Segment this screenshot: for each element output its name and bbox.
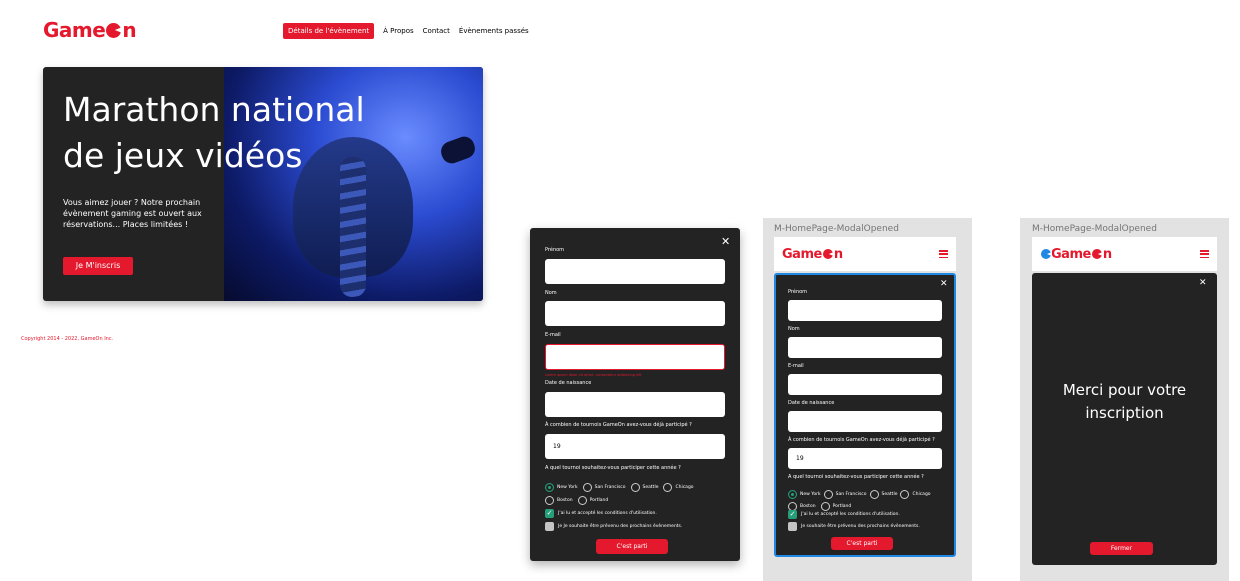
main-nav: Détails de l'évènement À Propos Contact … xyxy=(283,23,529,39)
first-name-input[interactable] xyxy=(545,259,725,284)
last-name-label: Nom xyxy=(545,290,557,296)
first-name-label: Prénom xyxy=(545,247,565,253)
newsletter-checkbox[interactable]: Je souhaite être prévenu des prochains é… xyxy=(788,522,920,531)
radio-label: Boston xyxy=(557,498,573,503)
checkbox-icon xyxy=(545,522,554,531)
hero-section: Marathon national de jeux vidéos Vous ai… xyxy=(43,67,483,301)
location-radios-row2: Boston Portland xyxy=(545,490,735,509)
logo-text: Game xyxy=(43,18,106,42)
terms-checkbox[interactable]: ✓ J'ai lu et accepté les conditions d'ut… xyxy=(788,510,900,519)
nav-item-contact[interactable]: Contact xyxy=(423,27,450,35)
birthdate-label: Date de naissance xyxy=(545,380,592,386)
hero-text: Vous aimez jouer ? Notre prochain évènem… xyxy=(63,198,202,229)
signup-button[interactable]: Je M'inscris xyxy=(63,257,133,275)
checkmark-icon: ✓ xyxy=(788,510,797,519)
submit-button[interactable]: C'est parti xyxy=(596,539,668,554)
radio-portland[interactable]: Portland xyxy=(577,496,609,505)
radio-label: Boston xyxy=(800,504,816,509)
submit-button[interactable]: C'est parti xyxy=(831,537,893,550)
terms-label: J'ai lu et accepté les conditions d'util… xyxy=(558,511,657,516)
logo-text: Game xyxy=(782,246,822,262)
logo-icon xyxy=(1091,249,1102,259)
close-icon[interactable]: ✕ xyxy=(1199,279,1207,288)
logo-icon xyxy=(106,22,122,38)
hamburger-menu-icon[interactable] xyxy=(1200,250,1209,258)
radio-icon xyxy=(577,496,587,505)
email-input[interactable] xyxy=(545,344,725,370)
logo-text-suffix: n xyxy=(1102,246,1112,262)
mobile-frame-confirmation: M-HomePage-ModalOpened Game n ✕ Merci pou… xyxy=(1020,218,1229,581)
email-error: Lorem ipsum dolor sit amet, consectetur … xyxy=(545,373,642,377)
radio-label: Portland xyxy=(832,504,852,509)
email-input[interactable] xyxy=(788,374,942,395)
last-name-label: Nom xyxy=(788,326,800,332)
nav-item-event-details[interactable]: Détails de l'évènement xyxy=(283,23,375,39)
radio-label: Portland xyxy=(589,498,609,503)
logo-icon xyxy=(822,249,833,259)
birthdate-input[interactable] xyxy=(545,392,725,417)
email-label: E-mail xyxy=(545,332,561,338)
tournaments-label: À combien de tournois GameOn avez-vous d… xyxy=(545,422,692,428)
logo[interactable]: Game n xyxy=(1040,247,1112,262)
location-label: A quel tournoi souhaitez-vous participer… xyxy=(788,474,924,480)
checkmark-icon: ✓ xyxy=(545,509,554,518)
hero-title: Marathon national de jeux vidéos xyxy=(63,90,365,175)
mobile-header: Game n xyxy=(1032,237,1217,271)
first-name-input[interactable] xyxy=(788,300,942,321)
confirmation-message: Merci pour votre inscription xyxy=(1062,381,1187,422)
close-icon[interactable]: ✕ xyxy=(940,280,948,289)
tournaments-input[interactable]: 19 xyxy=(545,434,725,459)
frame-title: M-HomePage-ModalOpened xyxy=(1032,224,1157,234)
newsletter-checkbox[interactable]: Je Je souhaite être prévenu des prochain… xyxy=(545,522,682,531)
birthdate-input[interactable] xyxy=(788,411,942,432)
email-label: E-mail xyxy=(788,363,804,369)
newsletter-label: Je Je souhaite être prévenu des prochain… xyxy=(558,524,683,529)
terms-checkbox[interactable]: ✓ J'ai lu et accepté les conditions d'ut… xyxy=(545,509,657,518)
location-label: A quel tournoi souhaitez-vous participer… xyxy=(545,465,681,471)
terms-label: J'ai lu et accepté les conditions d'util… xyxy=(801,512,900,517)
last-name-input[interactable] xyxy=(545,301,725,326)
birthdate-label: Date de naissance xyxy=(788,400,835,406)
logo[interactable]: Game n xyxy=(43,18,137,42)
logo[interactable]: Game n xyxy=(782,247,843,262)
radio-boston[interactable]: Boston xyxy=(545,496,573,505)
hamburger-menu-icon[interactable] xyxy=(939,250,948,258)
logo-text-suffix: n xyxy=(122,18,137,42)
close-icon[interactable]: ✕ xyxy=(721,236,730,247)
mobile-frame-form: M-HomePage-ModalOpened Game n ✕ Prénom No… xyxy=(763,218,972,581)
copyright: Copyright 2014 - 2022, GameOn Inc. xyxy=(21,336,114,342)
logo-icon xyxy=(1041,249,1051,259)
nav-item-past-events[interactable]: Évènements passés xyxy=(459,27,529,35)
frame-title: M-HomePage-ModalOpened xyxy=(774,224,899,234)
mobile-header: Game n xyxy=(774,237,956,271)
close-button[interactable]: Fermer xyxy=(1090,542,1153,555)
logo-text-suffix: n xyxy=(833,246,843,262)
tournaments-input[interactable]: 19 xyxy=(788,448,942,469)
first-name-label: Prénom xyxy=(788,289,808,295)
confirmation-modal: ✕ Merci pour votre inscription Fermer xyxy=(1032,273,1217,565)
newsletter-label: Je souhaite être prévenu des prochains é… xyxy=(801,524,920,529)
checkbox-icon xyxy=(788,522,797,531)
last-name-input[interactable] xyxy=(788,337,942,358)
signup-modal: ✕ Prénom Nom E-mail Lorem ipsum dolor si… xyxy=(530,228,740,561)
logo-text: Game xyxy=(1051,246,1091,262)
signup-modal-mobile: ✕ Prénom Nom E-mail Date de naissance À … xyxy=(774,273,956,557)
radio-icon xyxy=(545,496,554,505)
nav-item-about[interactable]: À Propos xyxy=(383,27,414,35)
tournaments-label: À combien de tournois GameOn avez-vous d… xyxy=(788,437,935,443)
